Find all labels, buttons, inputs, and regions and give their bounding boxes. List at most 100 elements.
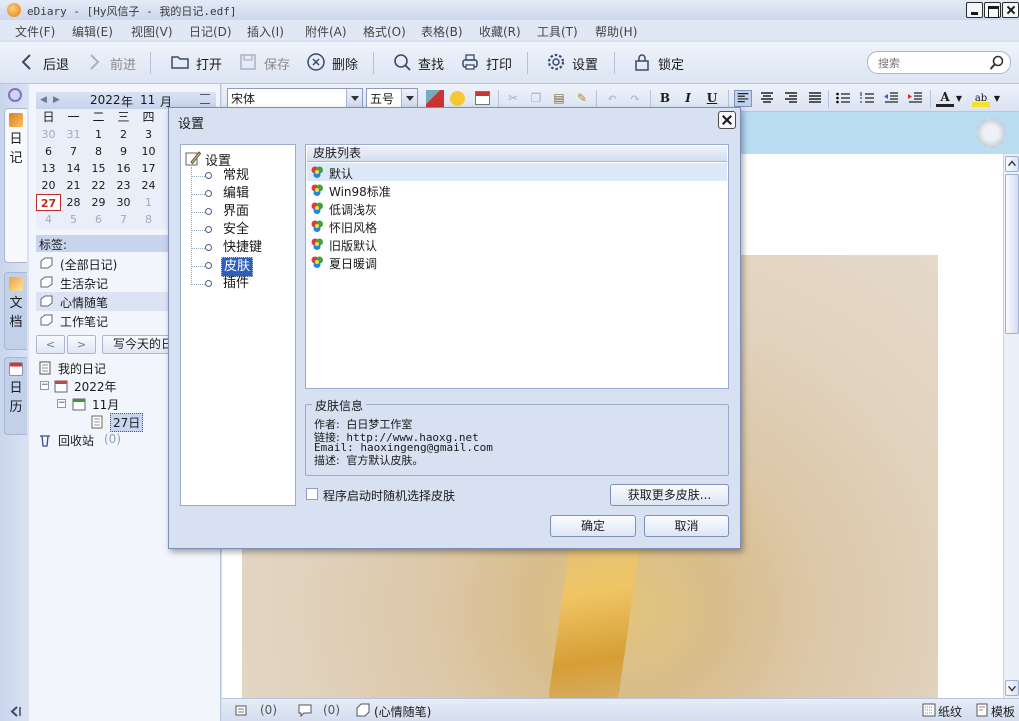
calendar-day[interactable]: 6 xyxy=(86,211,111,228)
calendar-day[interactable]: 14 xyxy=(61,160,86,177)
paper-button[interactable]: 纸纹 xyxy=(938,703,962,720)
calendar-day[interactable]: 8 xyxy=(86,143,111,160)
undo-icon[interactable]: ↶ xyxy=(603,90,621,107)
scroll-thumb[interactable] xyxy=(1005,174,1019,334)
tab-calendar[interactable]: 日历 xyxy=(4,357,27,435)
skin-list-item[interactable]: 默认 xyxy=(307,163,727,181)
calendar-day[interactable]: 28 xyxy=(61,194,86,211)
prev-month-icon[interactable]: ◀ xyxy=(40,95,47,105)
calendar-day[interactable]: 5 xyxy=(61,211,86,228)
format-painter-icon[interactable]: ✎ xyxy=(573,90,591,107)
scroll-down-button[interactable] xyxy=(1005,680,1019,696)
tab-docs[interactable]: 文档 xyxy=(4,272,27,350)
next-diary-button[interactable]: > xyxy=(67,335,96,354)
calendar-day[interactable]: 24 xyxy=(136,177,161,194)
emoticon-icon[interactable] xyxy=(450,91,465,106)
menu-view[interactable]: 视图(V) xyxy=(131,23,173,40)
cut-icon[interactable]: ✂ xyxy=(504,90,522,107)
skin-list-item[interactable]: Win98标准 xyxy=(307,181,727,199)
menu-attachment[interactable]: 附件(A) xyxy=(305,23,347,40)
calendar-day[interactable]: 13 xyxy=(36,160,61,177)
tab-diary[interactable]: 日记 xyxy=(4,108,27,263)
forward-button[interactable]: 前进 xyxy=(84,50,139,74)
ok-button[interactable]: 确定 xyxy=(550,515,636,537)
font-color-icon[interactable]: A xyxy=(936,90,954,107)
calendar-menu-icon[interactable] xyxy=(200,94,210,104)
menu-help[interactable]: 帮助(H) xyxy=(595,23,637,40)
find-button[interactable]: 查找 xyxy=(392,50,447,74)
calendar-day[interactable]: 6 xyxy=(36,143,61,160)
close-window-button[interactable] xyxy=(1002,2,1019,18)
settings-button[interactable]: 设置 xyxy=(546,50,601,74)
search-input[interactable] xyxy=(878,55,978,71)
menu-diary[interactable]: 日记(D) xyxy=(189,23,232,40)
menu-insert[interactable]: 插入(I) xyxy=(247,23,284,40)
bold-button[interactable]: B xyxy=(656,90,674,107)
numbered-list-icon[interactable] xyxy=(858,90,876,107)
vertical-scrollbar[interactable] xyxy=(1003,154,1019,698)
calendar-day-today[interactable]: 27 xyxy=(36,194,61,211)
cancel-button[interactable]: 取消 xyxy=(644,515,729,537)
calendar-day[interactable]: 31 xyxy=(61,126,86,143)
calendar-day[interactable]: 30 xyxy=(36,126,61,143)
menu-favorites[interactable]: 收藏(R) xyxy=(479,23,521,40)
comment-icon[interactable] xyxy=(298,703,312,717)
calendar-day[interactable]: 7 xyxy=(61,143,86,160)
redo-icon[interactable]: ↷ xyxy=(626,90,644,107)
font-size-select[interactable]: 五号 xyxy=(366,88,418,108)
align-justify-icon[interactable] xyxy=(806,90,824,107)
save-button[interactable]: 保存 xyxy=(238,50,293,74)
status-tag[interactable]: (心情随笔) xyxy=(374,703,431,720)
menu-table[interactable]: 表格(B) xyxy=(421,23,463,40)
calendar-day[interactable]: 9 xyxy=(111,143,136,160)
random-skin-checkbox[interactable] xyxy=(306,488,318,500)
open-button[interactable]: 打开 xyxy=(170,50,225,74)
skin-list-item[interactable]: 怀旧风格 xyxy=(307,217,727,235)
maximize-button[interactable] xyxy=(984,2,1001,18)
collapse-toggle[interactable]: − xyxy=(40,381,49,390)
template-button[interactable]: 模板 xyxy=(991,703,1015,720)
calendar-day[interactable]: 7 xyxy=(111,211,136,228)
calendar-day[interactable]: 16 xyxy=(111,160,136,177)
skin-list-item[interactable]: 夏日暖调 xyxy=(307,253,727,271)
calendar-day[interactable]: 22 xyxy=(86,177,111,194)
calendar-day[interactable]: 10 xyxy=(136,143,161,160)
bullet-list-icon[interactable] xyxy=(834,90,852,107)
outdent-icon[interactable] xyxy=(882,90,900,107)
underline-button[interactable]: U xyxy=(703,90,721,107)
weather-sun-icon[interactable] xyxy=(976,118,1006,148)
menu-format[interactable]: 格式(O) xyxy=(363,23,406,40)
insert-image-icon[interactable] xyxy=(426,90,444,107)
calendar-month[interactable]: 11 xyxy=(140,93,155,107)
get-more-skins-button[interactable]: 获取更多皮肤... xyxy=(610,484,729,506)
minimize-button[interactable] xyxy=(966,2,983,18)
collapse-toggle[interactable]: − xyxy=(57,399,66,408)
back-button[interactable]: 后退 xyxy=(17,50,72,74)
attachment-icon[interactable] xyxy=(234,703,248,717)
search-icon[interactable] xyxy=(989,55,1005,71)
calendar-day[interactable]: 15 xyxy=(86,160,111,177)
calendar-day[interactable]: 20 xyxy=(36,177,61,194)
align-center-icon[interactable] xyxy=(758,90,776,107)
menu-file[interactable]: 文件(F) xyxy=(15,23,55,40)
template-icon[interactable] xyxy=(975,703,989,717)
indent-icon[interactable] xyxy=(906,90,924,107)
skin-list-item[interactable]: 旧版默认 xyxy=(307,235,727,253)
chevron-down-icon[interactable]: ▼ xyxy=(992,90,1002,107)
delete-button[interactable]: 删除 xyxy=(306,50,361,74)
scroll-up-button[interactable] xyxy=(1005,156,1019,172)
skin-circle-icon[interactable] xyxy=(8,88,22,102)
tag-icon[interactable] xyxy=(356,703,370,717)
insert-date-icon[interactable] xyxy=(475,91,490,105)
prev-diary-button[interactable]: < xyxy=(36,335,65,354)
calendar-day[interactable]: 4 xyxy=(36,211,61,228)
calendar-year[interactable]: 2022 xyxy=(90,93,121,107)
copy-icon[interactable]: ❐ xyxy=(527,90,545,107)
skin-list-item[interactable]: 低调浅灰 xyxy=(307,199,727,217)
calendar-day[interactable]: 8 xyxy=(136,211,161,228)
calendar-day[interactable]: 1 xyxy=(86,126,111,143)
calendar-day[interactable]: 21 xyxy=(61,177,86,194)
collapse-panel-icon[interactable] xyxy=(9,706,21,717)
search-box[interactable] xyxy=(867,51,1011,74)
calendar-day[interactable]: 23 xyxy=(111,177,136,194)
